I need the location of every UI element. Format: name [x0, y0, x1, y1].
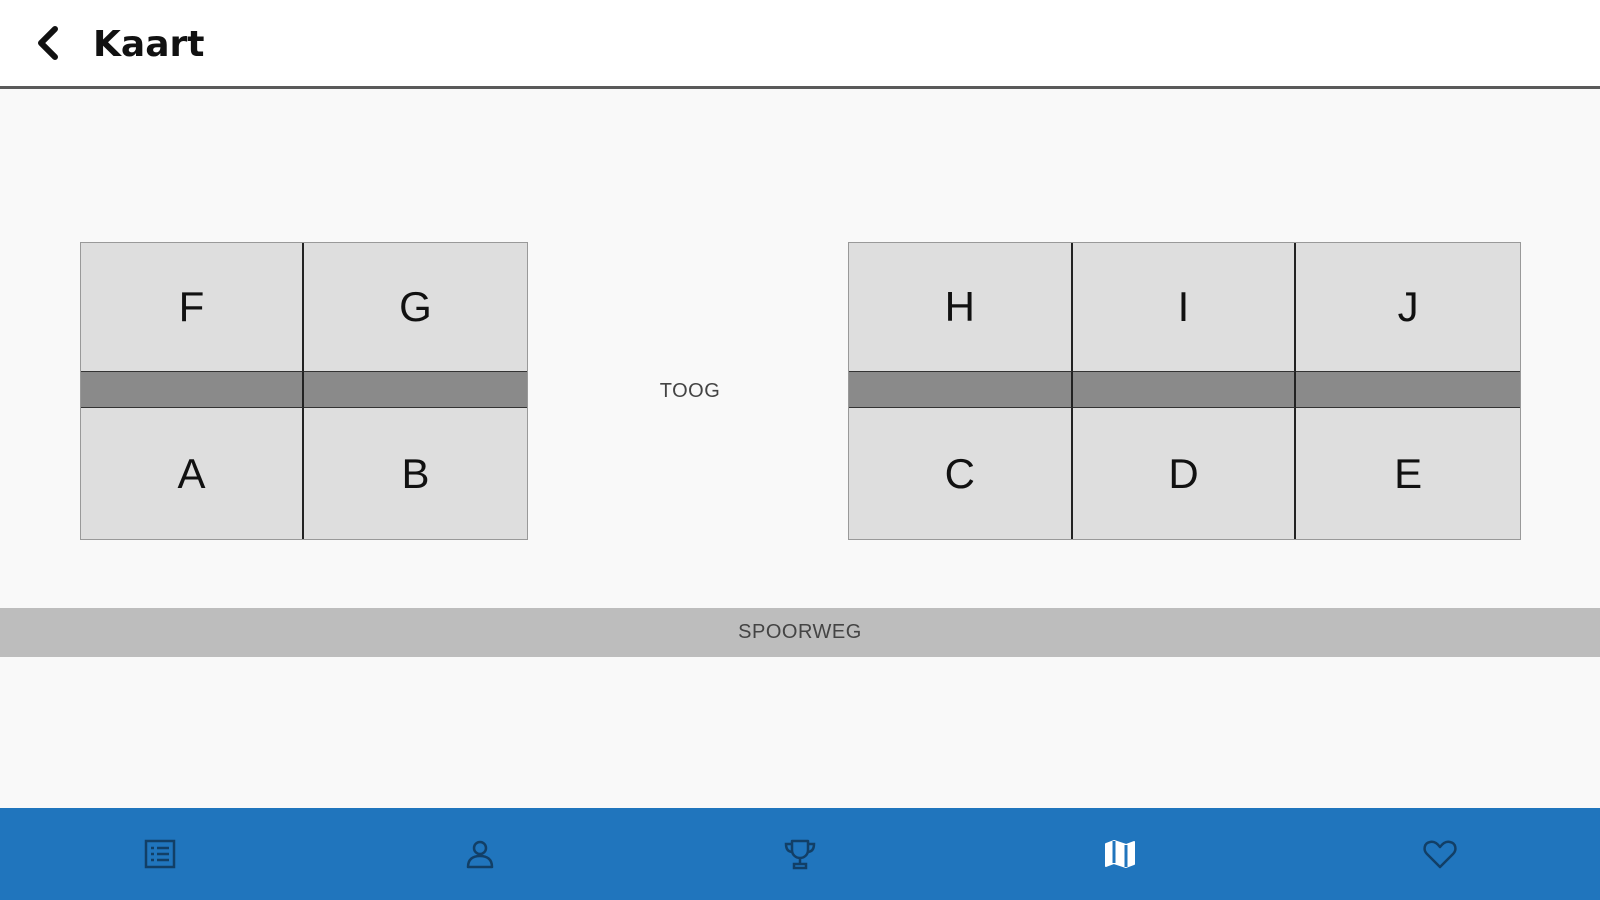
table-h[interactable]: H	[849, 243, 1073, 371]
bottom-navigation	[0, 808, 1600, 900]
nav-item-trophy[interactable]	[640, 808, 960, 900]
nav-item-map[interactable]	[960, 808, 1280, 900]
railway-strip: SPOORWEG	[0, 608, 1600, 657]
app-root: Kaart F G A B TOOG H I J C D E SPOORWEG	[0, 0, 1600, 900]
table-d[interactable]: D	[1072, 408, 1297, 539]
nav-item-profile[interactable]	[320, 808, 640, 900]
page-title: Kaart	[93, 24, 205, 65]
table-e[interactable]: E	[1296, 408, 1520, 539]
table-c[interactable]: C	[849, 408, 1073, 539]
map-icon	[1103, 837, 1137, 871]
table-g[interactable]: G	[304, 243, 527, 371]
aisle-segment	[849, 371, 1073, 408]
table-block-right: H I J C D E	[848, 242, 1521, 540]
back-button[interactable]	[28, 22, 68, 68]
heart-icon	[1422, 837, 1458, 871]
list-icon	[143, 837, 177, 871]
arrow-back-icon	[35, 25, 61, 66]
trophy-icon	[782, 837, 818, 871]
aisle-segment	[304, 371, 527, 408]
table-j[interactable]: J	[1296, 243, 1520, 371]
person-icon	[463, 837, 497, 871]
table-b[interactable]: B	[304, 408, 527, 539]
aisle-segment	[1296, 371, 1520, 408]
table-block-left: F G A B	[80, 242, 528, 540]
nav-item-list[interactable]	[0, 808, 320, 900]
table-f[interactable]: F	[81, 243, 304, 371]
bar-label: TOOG	[659, 380, 721, 402]
aisle-segment	[1072, 371, 1297, 408]
table-i[interactable]: I	[1072, 243, 1297, 371]
aisle-segment	[81, 371, 304, 408]
railway-label: SPOORWEG	[738, 621, 862, 643]
table-a[interactable]: A	[81, 408, 304, 539]
nav-item-favorites[interactable]	[1280, 808, 1600, 900]
app-bar: Kaart	[0, 0, 1600, 89]
